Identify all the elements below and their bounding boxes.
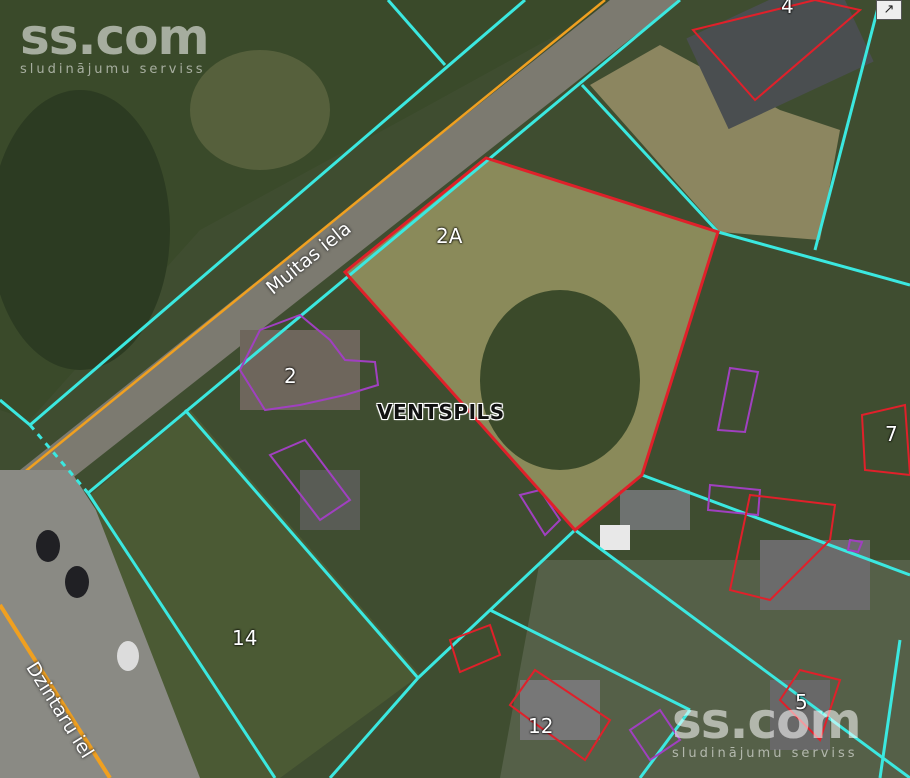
roof-white-shed — [600, 525, 630, 550]
map-canvas — [0, 0, 910, 778]
field-patch-north — [190, 50, 330, 170]
parcel-label-12: 12 — [528, 714, 554, 738]
city-label: VENTSPILS — [377, 400, 505, 424]
parcel-label-5: 5 — [795, 690, 808, 714]
roof-garage — [620, 490, 690, 530]
tree-cluster-2a — [480, 290, 640, 470]
car — [36, 530, 60, 562]
car — [65, 566, 89, 598]
parcel-label-2: 2 — [284, 364, 297, 388]
parcel-label-4: 4 — [781, 0, 794, 18]
car — [117, 641, 139, 671]
expand-arrow-icon[interactable]: ↗ — [876, 0, 902, 20]
cadastral-map[interactable]: ss.com sludinājumu serviss ss.com sludin… — [0, 0, 910, 778]
parcel-label-7: 7 — [885, 422, 898, 446]
parcel-label-2a: 2A — [436, 224, 463, 248]
parcel-label-14: 14 — [232, 626, 258, 650]
